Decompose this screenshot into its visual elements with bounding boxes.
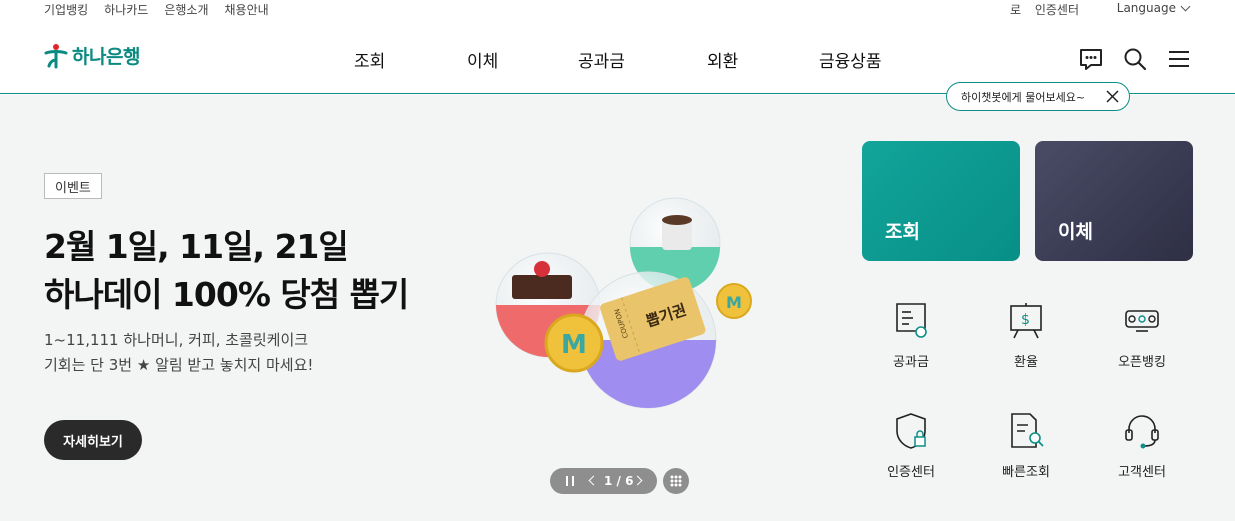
quick-customer-center[interactable]: 고객센터 — [1092, 411, 1192, 491]
quick-exchange-rate[interactable]: $ 환율 — [976, 301, 1076, 381]
search-icon[interactable] — [1122, 46, 1148, 72]
quick-exchange-rate-label: 환율 — [1014, 355, 1038, 370]
all-slides-icon[interactable] — [663, 468, 689, 494]
language-select[interactable]: Language — [1116, 1, 1191, 15]
quick-open-banking[interactable]: 오픈뱅킹 — [1092, 301, 1192, 381]
link-hana-card[interactable]: 하나카드 — [104, 1, 148, 18]
quick-utility-bills-label: 공과금 — [893, 355, 929, 370]
slide-counter: 1 / 6 — [604, 474, 634, 488]
logo[interactable]: 하나은행 — [44, 42, 140, 69]
close-icon[interactable] — [1106, 90, 1119, 103]
slide-pager: 1 / 6 — [550, 468, 657, 494]
coin-letter-small: M — [726, 293, 742, 312]
svg-text:$: $ — [1021, 312, 1030, 328]
quick-customer-center-label: 고객센터 — [1118, 465, 1166, 480]
main-visual: 이벤트 2월 1일, 11일, 21일 하나데이 100% 당첨 뽑기 1~11… — [0, 95, 1235, 521]
gacha-illustration: 뽑기권 COUPON M M — [495, 197, 752, 409]
cert-center-link[interactable]: 인증센터 — [1035, 1, 1079, 18]
hana-logo-icon — [44, 43, 68, 68]
link-corporate-banking[interactable]: 기업뱅킹 — [44, 1, 88, 18]
shield-icon — [896, 413, 926, 449]
language-label: Language — [1116, 1, 1176, 15]
pause-icon[interactable] — [566, 476, 574, 486]
quick-open-banking-label: 오픈뱅킹 — [1118, 355, 1166, 370]
utility-bar: 기업뱅킹 하나카드 은행소개 채용안내 로그인 인증센터 Language — [0, 0, 1235, 51]
link-bank-intro[interactable]: 은행소개 — [164, 1, 208, 18]
document-search-icon — [1011, 413, 1044, 448]
chatbot-tooltip-text: 하이챗봇에게 물어보세요~ — [961, 90, 1086, 104]
quick-cert-center-label: 인증센터 — [887, 465, 935, 480]
chevron-left-icon[interactable] — [588, 475, 599, 486]
header-icons — [1078, 46, 1198, 72]
nav-inquiry[interactable]: 조회 — [354, 47, 385, 72]
open-banking-icon — [1125, 310, 1159, 332]
logo-text: 하나은행 — [72, 46, 140, 68]
hero-title: 2월 1일, 11일, 21일 하나데이 100% 당첨 뽑기 — [44, 223, 409, 319]
quick-card-inquiry-label: 조회 — [885, 221, 920, 243]
hero-title-line1: 2월 1일, 11일, 21일 — [44, 227, 349, 266]
menu-icon[interactable] — [1166, 46, 1192, 72]
chat-icon[interactable] — [1078, 46, 1104, 72]
coin-letter: M — [561, 330, 587, 360]
quick-utility-bills[interactable]: 공과금 — [861, 301, 961, 381]
hero-desc-line1: 1~11,111 하나머니, 커피, 초콜릿케이크 — [44, 331, 309, 349]
hero-desc-line2: 기회는 단 3번 ★ 알림 받고 놓치지 마세요! — [44, 356, 314, 374]
exchange-rate-icon: $ — [1010, 303, 1042, 339]
headset-icon — [1125, 415, 1159, 449]
quick-fast-inquiry[interactable]: 빠른조회 — [976, 411, 1076, 491]
link-recruit[interactable]: 채용안내 — [225, 1, 269, 18]
chatbot-tooltip[interactable]: 하이챗봇에게 물어보세요~ — [946, 82, 1130, 111]
quick-fast-inquiry-label: 빠른조회 — [1002, 465, 1050, 480]
nav-utility-bills[interactable]: 공과금 — [578, 47, 625, 72]
quick-card-transfer[interactable]: 이체 — [1035, 141, 1193, 261]
bill-icon — [896, 303, 927, 338]
quick-card-transfer-label: 이체 — [1058, 221, 1093, 243]
hero-title-line2: 하나데이 100% 당첨 뽑기 — [44, 275, 409, 314]
nav-financial-products[interactable]: 금융상품 — [819, 47, 882, 72]
chevron-down-icon — [1180, 1, 1191, 12]
chevron-right-icon[interactable] — [632, 475, 643, 486]
nav-transfer[interactable]: 이체 — [467, 47, 498, 72]
quick-cert-center[interactable]: 인증센터 — [861, 411, 961, 491]
detail-button[interactable]: 자세히보기 — [44, 420, 142, 460]
nav-foreign-exchange[interactable]: 외환 — [707, 47, 738, 72]
utility-links: 기업뱅킹 하나카드 은행소개 채용안내 — [44, 1, 269, 18]
event-badge: 이벤트 — [44, 173, 102, 199]
hero-description: 1~11,111 하나머니, 커피, 초콜릿케이크 기회는 단 3번 ★ 알림 … — [44, 328, 313, 378]
quick-card-inquiry[interactable]: 조회 — [862, 141, 1020, 261]
